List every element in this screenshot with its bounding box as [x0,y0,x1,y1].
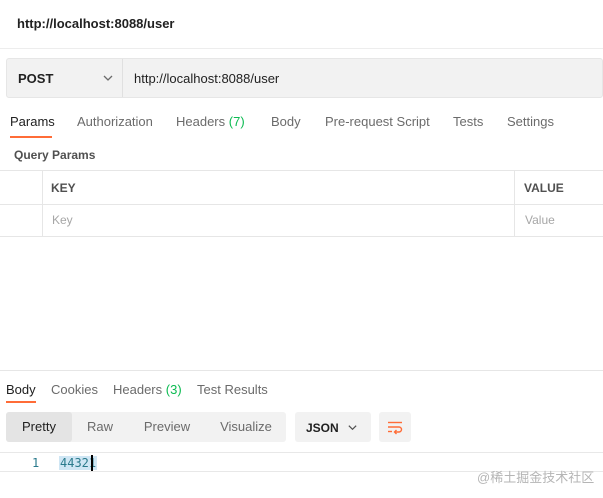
key-column-header: KEY [51,181,76,195]
method-label: POST [18,71,54,86]
tab-headers[interactable]: Headers (7) [176,114,245,129]
active-response-tab-indicator [6,401,36,403]
watermark: @稀土掘金技术社区 [477,470,595,485]
response-tab-headers-label: Headers [113,382,163,397]
request-title-bar: http://localhost:8088/user [0,0,603,49]
response-headers-count-badge: (3) [165,382,182,397]
response-tab-test-results[interactable]: Test Results [197,382,268,397]
view-mode-group: Pretty Raw Preview Visualize [6,412,286,442]
column-divider [42,171,43,237]
value-column-header: VALUE [524,181,564,195]
tab-settings[interactable]: Settings [507,114,554,129]
visualize-button[interactable]: Visualize [208,412,284,442]
wrap-lines-button[interactable] [379,412,411,442]
request-title[interactable]: http://localhost:8088/user [17,16,174,31]
text-cursor [91,455,93,471]
active-tab-indicator [10,136,52,138]
tab-headers-label: Headers [176,114,226,129]
format-select[interactable]: JSON [295,412,371,442]
tab-body[interactable]: Body [271,114,301,129]
request-bar: POST http://localhost:8088/user [6,58,603,98]
chevron-down-icon [348,425,357,431]
method-select[interactable]: POST [7,59,123,97]
request-tabs: Params Authorization Headers (7) Body Pr… [0,110,603,138]
tab-tests[interactable]: Tests [453,114,483,129]
key-input[interactable]: Key [52,213,73,227]
table-row-divider [0,204,603,205]
url-input[interactable]: http://localhost:8088/user [134,71,279,86]
response-tab-cookies[interactable]: Cookies [51,382,98,397]
line-number: 1 [32,456,40,470]
tab-params[interactable]: Params [10,114,55,129]
pretty-button[interactable]: Pretty [6,412,72,442]
value-input[interactable]: Value [525,213,555,227]
query-params-table: KEY VALUE Key Value [0,170,603,237]
raw-button[interactable]: Raw [74,412,126,442]
response-tab-headers[interactable]: Headers (3) [113,382,182,397]
chevron-down-icon [103,75,113,81]
tab-prerequest-script[interactable]: Pre-request Script [325,114,430,129]
headers-count-badge: (7) [228,114,245,129]
response-tab-body[interactable]: Body [6,382,36,397]
column-divider [514,171,515,237]
format-label: JSON [306,421,339,435]
response-pane-divider[interactable] [0,370,603,371]
query-params-label: Query Params [14,148,96,162]
tab-authorization[interactable]: Authorization [77,114,153,129]
preview-button[interactable]: Preview [130,412,204,442]
wrap-lines-icon [388,421,403,435]
response-tabs: Body Cookies Headers (3) Test Results [0,378,603,404]
